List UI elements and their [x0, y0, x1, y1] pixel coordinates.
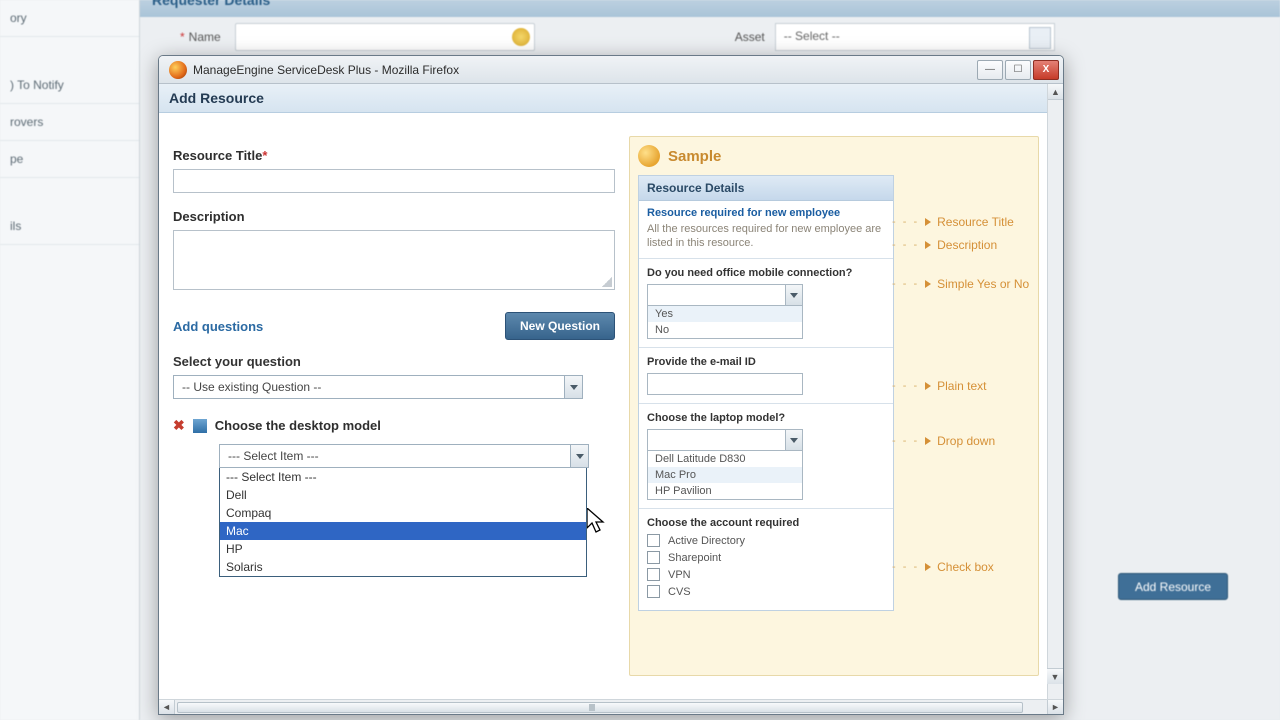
- scroll-down-icon[interactable]: ▼: [1047, 668, 1063, 684]
- desktop-model-value: --- Select Item ---: [228, 449, 319, 463]
- desktop-model-option[interactable]: HP: [220, 540, 586, 558]
- sample-q1-options: Yes No: [647, 306, 803, 339]
- desktop-model-option[interactable]: Solaris: [220, 558, 586, 576]
- checkbox[interactable]: [647, 585, 660, 598]
- required-star: *: [262, 148, 267, 163]
- scroll-left-icon[interactable]: ◄: [159, 700, 175, 714]
- chosen-question-text: Choose the desktop model: [215, 418, 381, 433]
- window-titlebar: ManageEngine ServiceDesk Plus - Mozilla …: [159, 56, 1063, 84]
- bg-side-item: ory: [0, 0, 139, 37]
- annot-description: - - -Description: [892, 238, 997, 252]
- dropdown-button-icon[interactable]: [570, 445, 588, 467]
- sample-q2-input[interactable]: [647, 373, 803, 395]
- bg-section-title: Requester Details: [140, 0, 1280, 17]
- annot-yesno: - - -Simple Yes or No: [892, 277, 1029, 291]
- resource-title-label: Resource Title*: [173, 148, 615, 163]
- delete-icon[interactable]: ✖: [173, 417, 185, 434]
- sample-panel: Sample Resource Details Resource require…: [629, 136, 1039, 676]
- maximize-button[interactable]: ☐: [1005, 60, 1031, 80]
- sample-q4-option: CVS: [668, 586, 691, 598]
- scroll-thumb[interactable]: [177, 702, 1023, 713]
- firefox-icon: [169, 61, 187, 79]
- bg-name-row: * Name Asset -- Select --: [180, 22, 1260, 52]
- checkbox[interactable]: [647, 568, 660, 581]
- window-title: ManageEngine ServiceDesk Plus - Mozilla …: [193, 63, 975, 77]
- scroll-right-icon[interactable]: ►: [1047, 700, 1063, 714]
- desktop-model-option[interactable]: Dell: [220, 486, 586, 504]
- desktop-model-option[interactable]: Mac: [220, 522, 586, 540]
- chevron-down-icon: [790, 438, 798, 443]
- dropdown-button-icon[interactable]: [785, 430, 802, 450]
- description-label: Description: [173, 209, 615, 224]
- bg-add-resource-button[interactable]: Add Resource: [1118, 573, 1228, 600]
- lightbulb-icon: [638, 145, 660, 167]
- existing-question-value: -- Use existing Question --: [182, 380, 321, 394]
- annot-dropdown: - - -Drop down: [892, 434, 995, 448]
- desktop-model-options: --- Select Item ---DellCompaqMacHPSolari…: [219, 468, 587, 577]
- sample-q3-option[interactable]: HP Pavilion: [648, 483, 802, 499]
- firefox-window: ManageEngine ServiceDesk Plus - Mozilla …: [158, 55, 1064, 715]
- bg-name-label: Name: [189, 30, 221, 44]
- required-star: *: [180, 30, 185, 44]
- sample-q3-select[interactable]: [647, 429, 803, 451]
- resource-details-card: Resource Details Resource required for n…: [638, 175, 894, 611]
- sample-q4-option: Active Directory: [668, 535, 745, 547]
- sample-subtitle: Resource required for new employee: [647, 207, 885, 219]
- horizontal-scrollbar[interactable]: ◄ ►: [159, 699, 1063, 714]
- sample-q4-label: Choose the account required: [647, 517, 885, 529]
- minimize-button[interactable]: —: [977, 60, 1003, 80]
- annot-plain-text: - - -Plain text: [892, 379, 986, 393]
- resource-title-input[interactable]: [173, 169, 615, 193]
- sample-q4-option: Sharepoint: [668, 552, 721, 564]
- description-textarea[interactable]: [173, 230, 615, 290]
- desktop-model-option[interactable]: --- Select Item ---: [220, 468, 586, 486]
- desktop-model-option[interactable]: Compaq: [220, 504, 586, 522]
- chevron-down-icon: [576, 454, 584, 459]
- vertical-scrollbar[interactable]: ▲ ▼: [1047, 84, 1063, 699]
- sample-q4-option: VPN: [668, 569, 691, 581]
- scroll-up-icon[interactable]: ▲: [1048, 84, 1063, 100]
- annot-resource-title: - - -Resource Title: [892, 215, 1014, 229]
- bg-side-item: ) To Notify: [0, 67, 139, 104]
- checkbox[interactable]: [647, 534, 660, 547]
- sample-q1-select[interactable]: [647, 284, 803, 306]
- sample-q3-option[interactable]: Dell Latitude D830: [648, 451, 802, 467]
- page-header: Add Resource: [159, 84, 1047, 113]
- desktop-model-select[interactable]: --- Select Item ---: [219, 444, 589, 468]
- select-question-label: Select your question: [173, 354, 615, 369]
- sample-q1-option[interactable]: No: [648, 322, 802, 338]
- scroll-mark: [589, 704, 595, 711]
- existing-question-select[interactable]: -- Use existing Question --: [173, 375, 583, 399]
- new-question-button[interactable]: New Question: [505, 312, 615, 340]
- bg-sidebar: ory ) To Notify rovers pe ils: [0, 0, 140, 720]
- sample-q1-option[interactable]: Yes: [648, 306, 802, 322]
- sample-q3-label: Choose the laptop model?: [647, 412, 885, 424]
- chevron-down-icon: [570, 385, 578, 390]
- dropdown-button-icon[interactable]: [785, 285, 802, 305]
- edit-icon[interactable]: [193, 419, 207, 433]
- sample-q3-options: Dell Latitude D830 Mac Pro HP Pavilion: [647, 451, 803, 500]
- close-button[interactable]: X: [1033, 60, 1059, 80]
- sample-q2-label: Provide the e-mail ID: [647, 356, 885, 368]
- sample-q1-label: Do you need office mobile connection?: [647, 267, 885, 279]
- add-questions-heading: Add questions: [173, 319, 263, 334]
- resource-details-header: Resource Details: [639, 176, 893, 201]
- sample-column: Sample Resource Details Resource require…: [629, 128, 1047, 699]
- annot-checkbox: - - -Check box: [892, 560, 994, 574]
- bg-side-item: pe: [0, 141, 139, 178]
- bg-asset-label: Asset: [735, 30, 765, 44]
- dropdown-button-icon[interactable]: [564, 376, 582, 398]
- chevron-down-icon: [790, 293, 798, 298]
- sample-subdesc: All the resources required for new emplo…: [647, 222, 885, 250]
- bg-side-item: ils: [0, 208, 139, 245]
- sample-title: Sample: [668, 148, 721, 165]
- bg-side-item: rovers: [0, 104, 139, 141]
- bg-name-input[interactable]: [235, 23, 535, 51]
- checkbox[interactable]: [647, 551, 660, 564]
- sample-q3-option[interactable]: Mac Pro: [648, 467, 802, 483]
- bg-asset-select[interactable]: -- Select --: [775, 23, 1055, 51]
- form-left-column: Resource Title* Description Add question…: [159, 128, 629, 699]
